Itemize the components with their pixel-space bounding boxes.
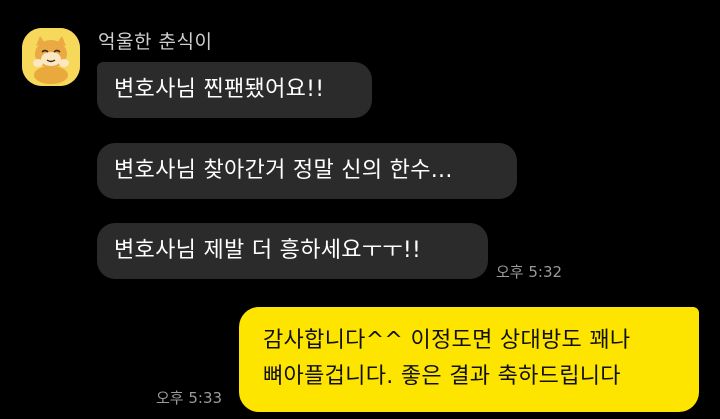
incoming-message-timestamp: 오후 5:32 xyxy=(496,263,563,281)
cat-character-avatar-icon xyxy=(22,28,80,86)
outgoing-message-line: 감사합니다^^ 이정도면 상대방도 꽤나 xyxy=(263,328,631,353)
sender-name: 억울한 춘식이 xyxy=(98,31,213,53)
incoming-message-bubble[interactable]: 변호사님 찐팬됐어요!! xyxy=(97,62,372,118)
incoming-message-bubble[interactable]: 변호사님 제발 더 흥하세요ㅜㅜ!! xyxy=(97,223,488,279)
outgoing-message-bubble[interactable]: 감사합니다^^ 이정도면 상대방도 꽤나 뼈아플겁니다. 좋은 결과 축하드립니… xyxy=(239,307,699,412)
outgoing-message-line: 뼈아플겁니다. 좋은 결과 축하드립니다 xyxy=(263,364,621,389)
outgoing-message-timestamp: 오후 5:33 xyxy=(156,389,223,407)
incoming-message-bubble[interactable]: 변호사님 찾아간거 정말 신의 한수... xyxy=(97,143,517,199)
chat-screen: 억울한 춘식이 변호사님 찐팬됐어요!! 변호사님 찾아간거 정말 신의 한수.… xyxy=(0,0,720,419)
sender-avatar[interactable] xyxy=(22,28,80,86)
